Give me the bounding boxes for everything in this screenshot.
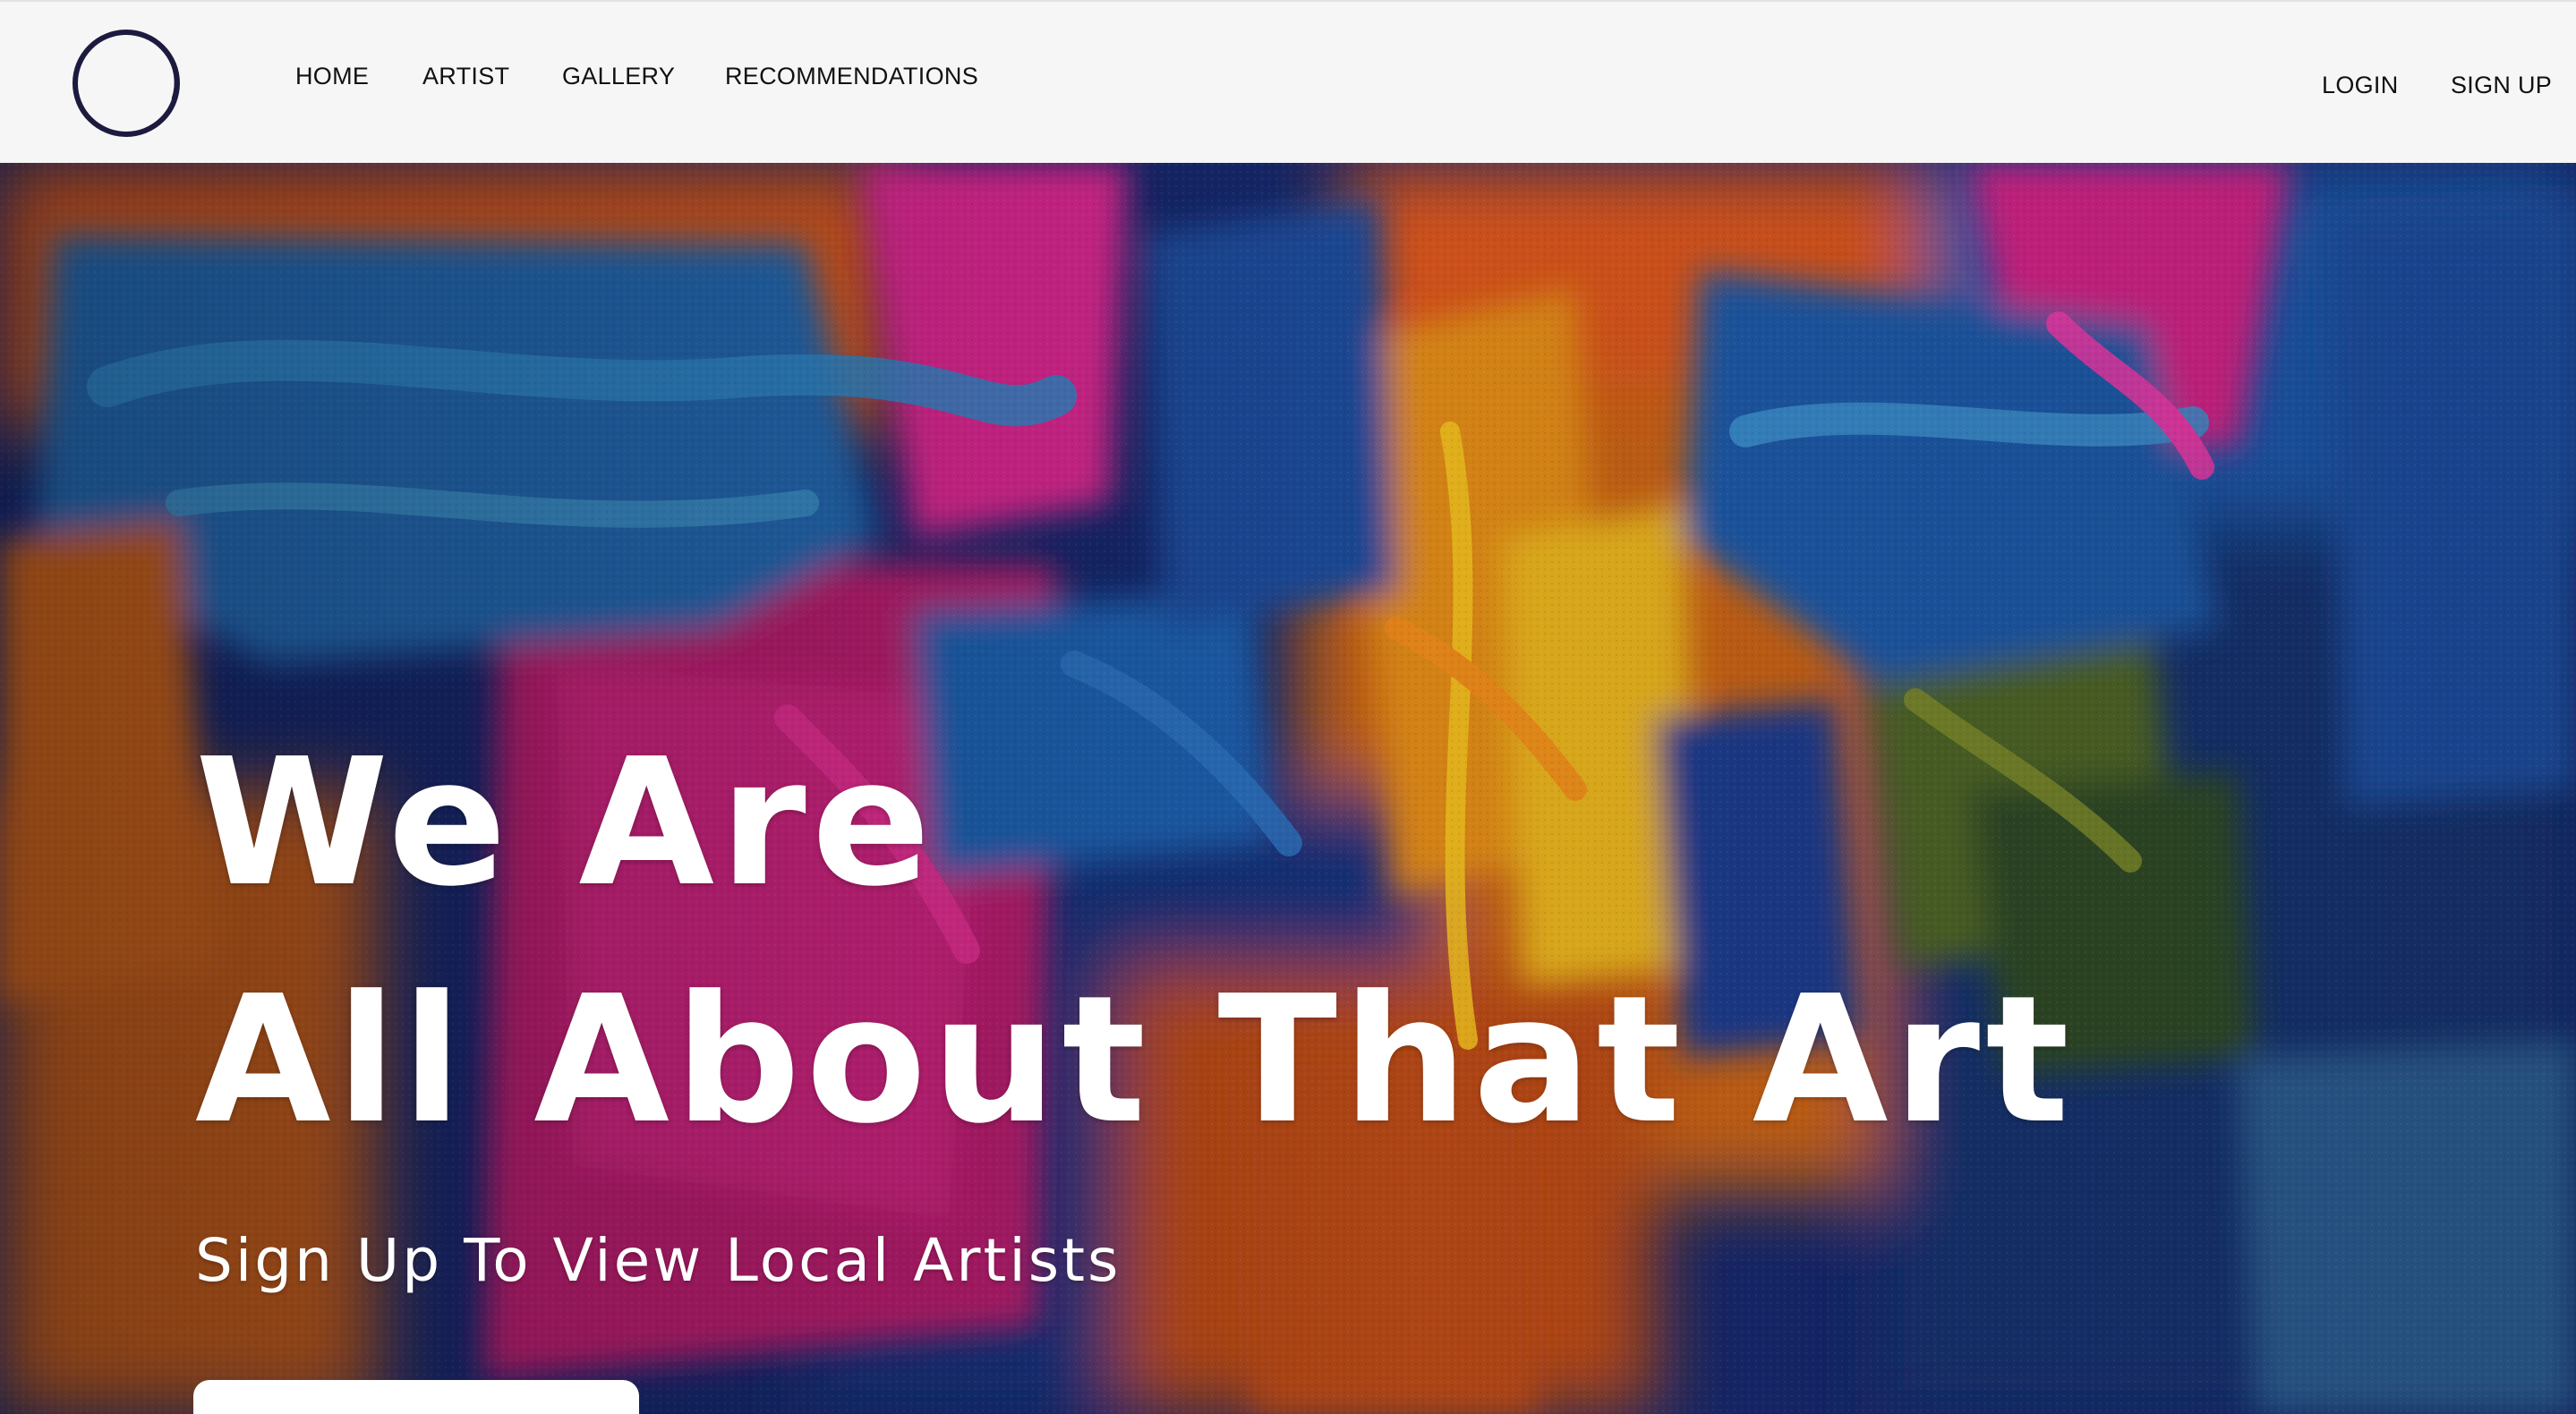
hero-subtitle: Sign Up To View Local Artists: [195, 1226, 1122, 1295]
top-navbar: HOME ARTIST GALLERY RECOMMENDATIONS LOGI…: [0, 0, 2576, 163]
nav-link-home[interactable]: HOME: [295, 63, 369, 90]
signup-link[interactable]: SIGN UP: [2451, 72, 2552, 99]
nav-link-gallery[interactable]: GALLERY: [562, 63, 675, 90]
hero-title-line-2: All About That Art: [195, 958, 2075, 1163]
logo-icon[interactable]: [70, 27, 183, 140]
login-link[interactable]: LOGIN: [2322, 72, 2399, 99]
hero-cta-button[interactable]: [193, 1380, 639, 1414]
nav-link-artist[interactable]: ARTIST: [422, 63, 509, 90]
nav-link-recommendations[interactable]: RECOMMENDATIONS: [725, 63, 978, 90]
hero-title-line-1: We Are: [195, 721, 936, 925]
hero-section: We Are All About That Art Sign Up To Vie…: [0, 163, 2576, 1414]
